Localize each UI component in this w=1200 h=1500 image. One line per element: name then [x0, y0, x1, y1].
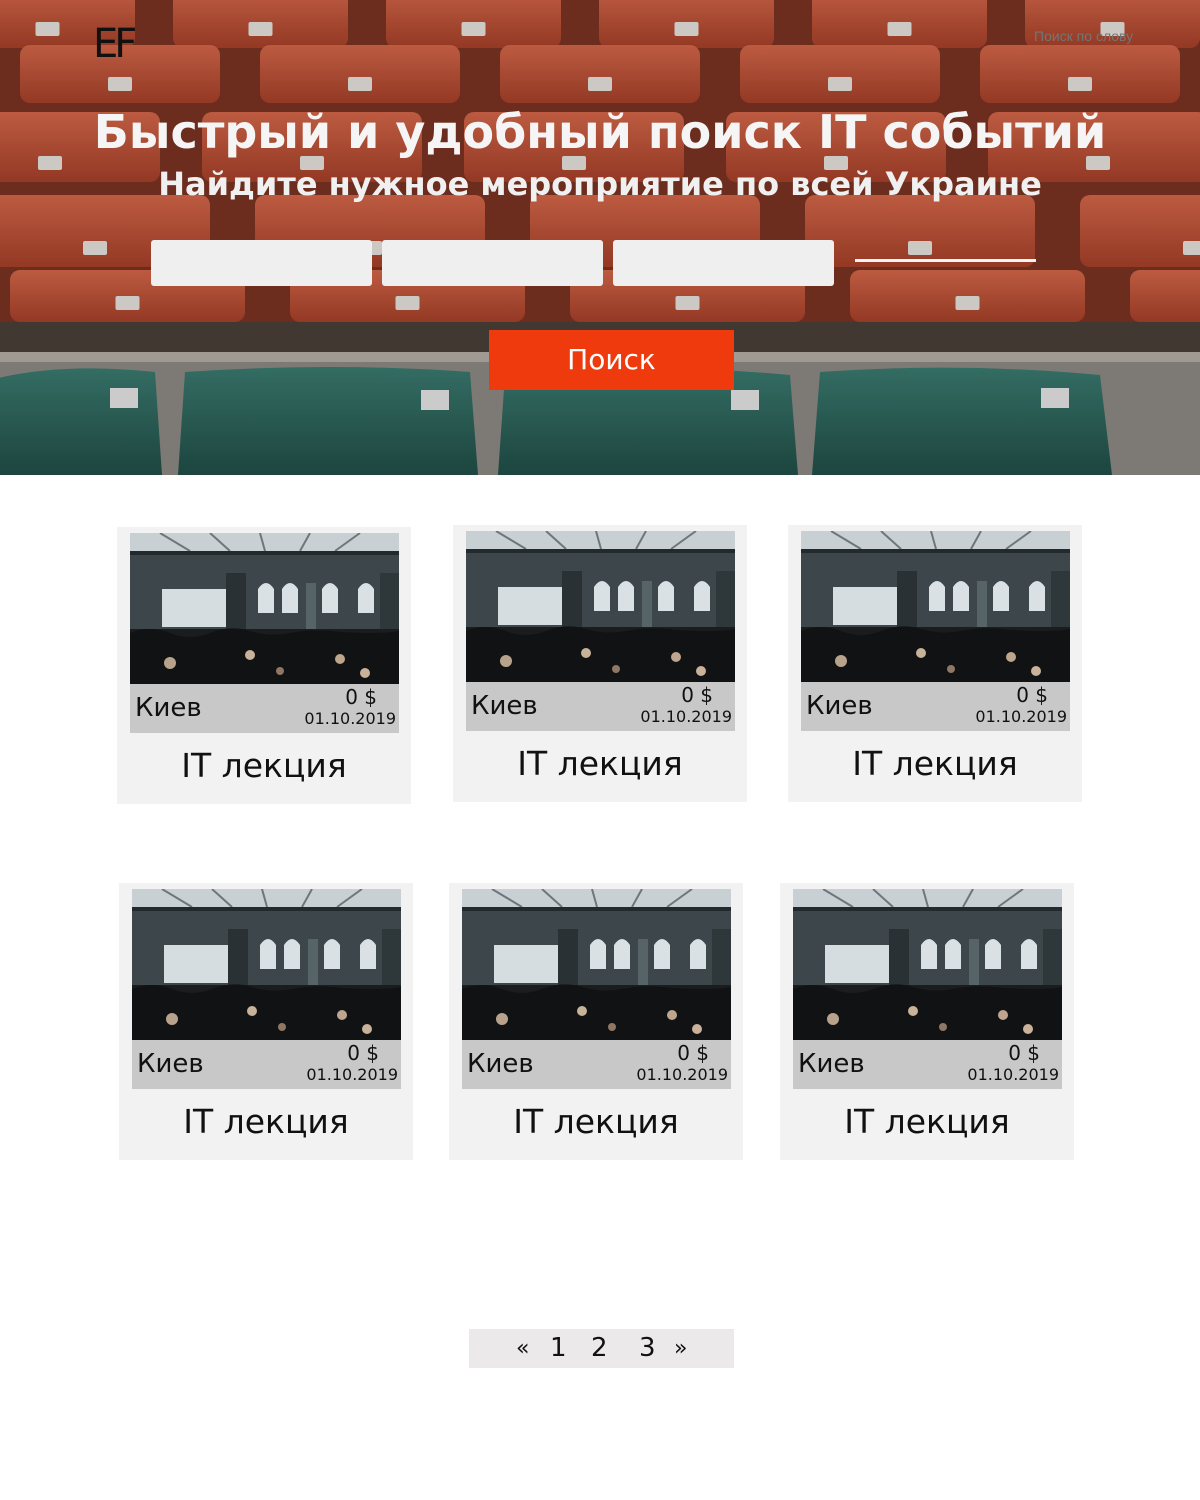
event-photo [801, 531, 1070, 683]
event-city: Киев [806, 691, 873, 721]
pagination-next-icon[interactable]: » [674, 1329, 687, 1368]
event-date: 01.10.2019 [636, 1065, 728, 1084]
event-card[interactable]: Киев 0 $ 01.10.2019 IT лекция [453, 525, 747, 802]
event-photo [132, 889, 401, 1041]
event-info-bar: Киев 0 $ 01.10.2019 [130, 684, 399, 733]
event-date: 01.10.2019 [975, 707, 1067, 726]
pagination-prev-icon[interactable]: « [516, 1329, 529, 1368]
event-title[interactable]: IT лекция [119, 1096, 413, 1148]
pagination-page-3[interactable]: 3 [639, 1329, 656, 1368]
event-price: 0 $ [681, 683, 713, 707]
event-date: 01.10.2019 [640, 707, 732, 726]
event-photo [466, 531, 735, 683]
event-title[interactable]: IT лекция [453, 738, 747, 790]
pagination: « 1 2 3 » [469, 1329, 734, 1368]
event-info-bar: Киев 0 $ 01.10.2019 [462, 1040, 731, 1089]
event-city: Киев [467, 1049, 534, 1079]
event-city: Киев [137, 1049, 204, 1079]
event-city: Киев [798, 1049, 865, 1079]
event-info-bar: Киев 0 $ 01.10.2019 [132, 1040, 401, 1089]
event-card[interactable]: Киев 0 $ 01.10.2019 IT лекция [117, 527, 411, 804]
word-search-input[interactable] [1034, 24, 1164, 48]
pagination-page-2[interactable]: 2 [591, 1329, 608, 1368]
event-title[interactable]: IT лекция [780, 1096, 1074, 1148]
event-price: 0 $ [1008, 1041, 1040, 1065]
pagination-page-1[interactable]: 1 [550, 1329, 567, 1368]
event-price: 0 $ [677, 1041, 709, 1065]
filter-field-1[interactable] [151, 240, 372, 286]
event-info-bar: Киев 0 $ 01.10.2019 [801, 682, 1070, 731]
search-button[interactable]: Поиск [489, 330, 734, 390]
filter-field-2[interactable] [382, 240, 603, 286]
filter-field-3[interactable] [613, 240, 834, 286]
event-city: Киев [471, 691, 538, 721]
event-info-bar: Киев 0 $ 01.10.2019 [466, 682, 735, 731]
event-card[interactable]: Киев 0 $ 01.10.2019 IT лекция [119, 883, 413, 1160]
event-card[interactable]: Киев 0 $ 01.10.2019 IT лекция [780, 883, 1074, 1160]
event-title[interactable]: IT лекция [117, 740, 411, 792]
event-city: Киев [135, 693, 202, 723]
hero-divider-line [855, 259, 1036, 262]
event-info-bar: Киев 0 $ 01.10.2019 [793, 1040, 1062, 1089]
event-photo [130, 533, 399, 685]
event-date: 01.10.2019 [967, 1065, 1059, 1084]
hero-title: Быстрый и удобный поиск IT событий [93, 105, 1107, 159]
event-title[interactable]: IT лекция [788, 738, 1082, 790]
stadium-seats-background-image [0, 0, 1200, 475]
event-card[interactable]: Киев 0 $ 01.10.2019 IT лекция [788, 525, 1082, 802]
event-photo [793, 889, 1062, 1041]
event-price: 0 $ [345, 685, 377, 709]
site-logo[interactable]: EF [93, 20, 137, 68]
event-card[interactable]: Киев 0 $ 01.10.2019 IT лекция [449, 883, 743, 1160]
event-price: 0 $ [347, 1041, 379, 1065]
event-photo [462, 889, 731, 1041]
event-price: 0 $ [1016, 683, 1048, 707]
hero-section: EF Быстрый и удобный поиск IT событий На… [0, 0, 1200, 475]
event-date: 01.10.2019 [304, 709, 396, 728]
hero-subtitle: Найдите нужное мероприятие по всей Украи… [158, 165, 1042, 203]
event-date: 01.10.2019 [306, 1065, 398, 1084]
event-title[interactable]: IT лекция [449, 1096, 743, 1148]
